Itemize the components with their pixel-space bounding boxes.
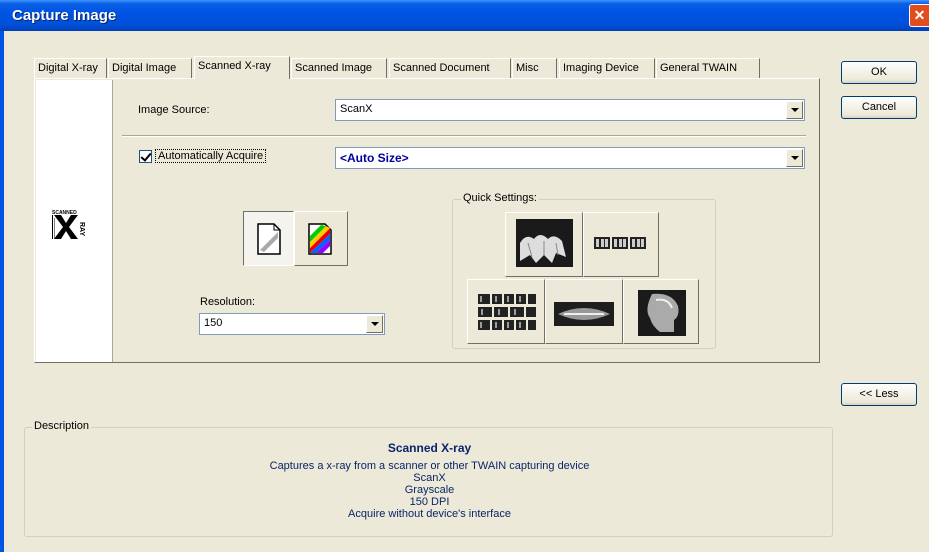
bitewing-xrays-icon: [594, 237, 646, 249]
logo-lettering-ray: RAY: [78, 222, 85, 236]
window-title: Capture Image: [12, 7, 117, 24]
description-line: Grayscale: [404, 484, 455, 496]
description-line: Captures a x-ray from a scanner or other…: [269, 460, 590, 472]
tab-misc[interactable]: Misc: [512, 58, 557, 78]
image-source-label: Image Source:: [138, 104, 210, 116]
chevron-down-icon[interactable]: [786, 101, 803, 119]
quick-setting-full-mouth-button[interactable]: [467, 279, 545, 344]
image-source-select[interactable]: ScanX: [335, 99, 805, 121]
tab-digital-image[interactable]: Digital Image: [108, 58, 192, 78]
scanned-xray-logo: SCANNED RAY: [52, 210, 85, 239]
chevron-down-icon[interactable]: [786, 149, 803, 167]
capture-image-window: Capture Image ✕ Digital X-ray Digital Im…: [0, 0, 929, 552]
description-line: 150 DPI: [409, 496, 450, 508]
chevron-down-icon[interactable]: [366, 315, 383, 333]
tab-imaging-device[interactable]: Imaging Device: [559, 58, 655, 78]
description-line: Acquire without device's interface: [348, 508, 511, 520]
grayscale-mode-button[interactable]: [243, 211, 294, 266]
description-legend: Description: [32, 420, 92, 432]
resolution-select[interactable]: 150: [199, 313, 385, 335]
quick-setting-periapical-button[interactable]: [505, 212, 583, 277]
color-document-icon: [308, 223, 332, 255]
resolution-label: Resolution:: [200, 296, 256, 308]
description-line: ScanX: [413, 472, 446, 484]
cephalometric-xray-icon: [638, 290, 686, 336]
tab-general-twain[interactable]: General TWAIN: [656, 58, 760, 78]
less-button[interactable]: << Less: [841, 383, 917, 406]
auto-acquire-label[interactable]: Automatically Acquire: [155, 149, 267, 163]
tab-scanned-document[interactable]: Scanned Document: [389, 58, 511, 78]
panoramic-xray-icon: [554, 302, 614, 326]
grayscale-document-icon: [257, 223, 281, 255]
quick-setting-cephalometric-button[interactable]: [623, 279, 699, 344]
full-mouth-series-icon: [478, 294, 536, 330]
description-group: Description Scanned X-ray Captures a x-r…: [24, 420, 833, 537]
tab-scanned-xray[interactable]: Scanned X-ray: [194, 56, 290, 79]
auto-acquire-checkbox[interactable]: [139, 150, 152, 163]
window-frame-edge: [0, 31, 4, 552]
periapical-xray-icon: [516, 219, 573, 267]
tab-scanned-image[interactable]: Scanned Image: [291, 58, 387, 78]
description-title: Scanned X-ray: [387, 441, 472, 455]
quick-settings-label: Quick Settings:: [461, 192, 539, 204]
logo-lettering: SCANNED: [52, 210, 77, 216]
tab-digital-xray[interactable]: Digital X-ray: [34, 58, 107, 78]
image-source-value: ScanX: [340, 103, 373, 115]
cancel-button[interactable]: Cancel: [841, 96, 917, 119]
separator: [122, 135, 806, 137]
title-bar[interactable]: Capture Image ✕: [0, 0, 929, 31]
ok-button[interactable]: OK: [841, 61, 917, 84]
quick-setting-bitewing-button[interactable]: [583, 212, 659, 277]
scanned-xray-logo-area: SCANNED RAY: [36, 80, 113, 362]
quick-setting-panoramic-button[interactable]: [545, 279, 623, 344]
close-icon[interactable]: ✕: [909, 4, 929, 27]
color-mode-button[interactable]: [294, 211, 348, 266]
image-size-select[interactable]: <Auto Size>: [335, 147, 805, 169]
resolution-value: 150: [204, 317, 223, 329]
image-size-value: <Auto Size>: [340, 151, 409, 165]
